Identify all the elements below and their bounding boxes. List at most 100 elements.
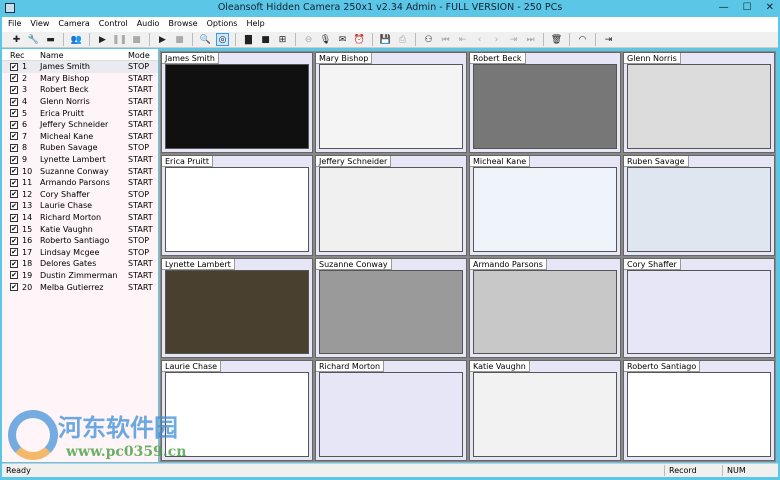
record-checkbox[interactable]: ✔ <box>10 213 18 222</box>
column-name[interactable]: Name <box>32 49 120 60</box>
stop-all-icon[interactable]: ■ <box>173 33 186 46</box>
screen-thumbnail[interactable] <box>319 64 463 149</box>
record-checkbox[interactable]: ✔ <box>10 109 18 118</box>
list-item[interactable]: ✔ 20 Melba Gutierrez START <box>2 281 158 293</box>
screen-thumbnail[interactable] <box>473 166 617 252</box>
disc-icon[interactable]: ◎ <box>216 33 229 46</box>
screen-thumbnail[interactable] <box>473 64 617 149</box>
microphone-icon[interactable]: 🎙 <box>319 33 332 46</box>
camera-tile[interactable]: Robert Beck <box>469 52 621 153</box>
list-item[interactable]: ✔ 2 Mary Bishop START <box>2 73 158 85</box>
screen-thumbnail[interactable] <box>319 269 463 355</box>
list-item[interactable]: ✔ 5 Erica Pruitt START <box>2 107 158 119</box>
users-icon[interactable]: 👥 <box>70 33 83 46</box>
first-icon[interactable]: ⏮ <box>439 33 452 46</box>
prev-page-icon[interactable]: ⇤ <box>456 33 469 46</box>
menu-view[interactable]: View <box>30 17 55 32</box>
layout-1-icon[interactable]: ▇ <box>242 33 255 46</box>
list-item[interactable]: ✔ 14 Richard Morton START <box>2 212 158 224</box>
menu-browse[interactable]: Browse <box>168 17 203 32</box>
record-checkbox[interactable]: ✔ <box>10 143 18 152</box>
record-checkbox[interactable]: ✔ <box>10 225 18 234</box>
screen-thumbnail[interactable] <box>627 372 771 457</box>
stop-icon[interactable]: ■ <box>130 33 143 46</box>
save-icon[interactable]: 💾 <box>379 33 392 46</box>
record-checkbox[interactable]: ✔ <box>10 85 18 94</box>
next-icon[interactable]: › <box>490 33 503 46</box>
list-item[interactable]: ✔ 10 Suzanne Conway START <box>2 165 158 177</box>
remove-icon[interactable]: ▬ <box>44 33 57 46</box>
list-item[interactable]: ✔ 12 Cory Shaffer STOP <box>2 189 158 201</box>
list-item[interactable]: ✔ 7 Micheal Kane START <box>2 131 158 143</box>
record-checkbox[interactable]: ✔ <box>10 120 18 129</box>
zoom-icon[interactable]: 🔍 <box>199 33 212 46</box>
camera-tile[interactable]: Ruben Savage <box>623 154 775 256</box>
list-item[interactable]: ✔ 4 Glenn Norris START <box>2 96 158 108</box>
camera-tile[interactable]: Lynette Lambert <box>161 257 313 359</box>
record-checkbox[interactable]: ✔ <box>10 248 18 257</box>
list-item[interactable]: ✔ 11 Armando Parsons START <box>2 177 158 189</box>
list-item[interactable]: ✔ 18 Delores Gates START <box>2 258 158 270</box>
minimize-button[interactable]: — <box>719 2 729 13</box>
camera-tile[interactable]: James Smith <box>161 52 313 153</box>
record-checkbox[interactable]: ✔ <box>10 190 18 199</box>
screen-thumbnail[interactable] <box>165 64 309 149</box>
screen-thumbnail[interactable] <box>473 269 617 355</box>
screen-thumbnail[interactable] <box>165 372 309 457</box>
list-item[interactable]: ✔ 13 Laurie Chase START <box>2 200 158 212</box>
camera-tile[interactable]: Armando Parsons <box>469 257 621 359</box>
list-item[interactable]: ✔ 6 Jeffery Schneider START <box>2 119 158 131</box>
record-checkbox[interactable]: ✔ <box>10 271 18 280</box>
record-checkbox[interactable]: ✔ <box>10 74 18 83</box>
camera-tile[interactable]: Jeffery Schneider <box>315 154 467 256</box>
camera-tile[interactable]: Katie Vaughn <box>469 360 621 461</box>
alarm-icon[interactable]: ⏰ <box>353 33 366 46</box>
record-checkbox[interactable]: ✔ <box>10 259 18 268</box>
layout-4-icon[interactable]: ⊞ <box>276 33 289 46</box>
screen-thumbnail[interactable] <box>319 166 463 252</box>
next-page-icon[interactable]: ⇥ <box>507 33 520 46</box>
list-item[interactable]: ✔ 17 Lindsay Mcgee STOP <box>2 247 158 259</box>
list-item[interactable]: ✔ 8 Ruben Savage STOP <box>2 142 158 154</box>
record-checkbox[interactable]: ✔ <box>10 236 18 245</box>
play-all-icon[interactable]: ▶ <box>156 33 169 46</box>
layout-small-icon[interactable]: ■ <box>259 33 272 46</box>
close-button[interactable]: ✕ <box>766 2 774 13</box>
screen-thumbnail[interactable] <box>627 166 771 252</box>
print-icon[interactable]: ⎙ <box>396 33 409 46</box>
list-item[interactable]: ✔ 19 Dustin Zimmerman START <box>2 270 158 282</box>
column-rec[interactable]: Rec <box>2 49 32 60</box>
add-icon[interactable]: ✚ <box>10 33 23 46</box>
play-icon[interactable]: ▶ <box>96 33 109 46</box>
screen-thumbnail[interactable] <box>627 269 771 355</box>
settings-icon[interactable]: 🔧 <box>27 33 40 46</box>
exit-icon[interactable]: ⇥ <box>602 33 615 46</box>
record-checkbox[interactable]: ✔ <box>10 283 18 292</box>
menu-options[interactable]: Options <box>207 17 244 32</box>
column-mode[interactable]: Mode <box>120 49 150 60</box>
last-icon[interactable]: ⏭ <box>524 33 537 46</box>
list-item[interactable]: ✔ 9 Lynette Lambert START <box>2 154 158 166</box>
camera-tile[interactable]: Cory Shaffer <box>623 257 775 359</box>
screen-thumbnail[interactable] <box>165 166 309 252</box>
camera-tile[interactable]: Micheal Kane <box>469 154 621 256</box>
pause-icon[interactable]: ❚❚ <box>112 33 127 46</box>
camera-tile[interactable]: Glenn Norris <box>623 52 775 153</box>
eye-icon[interactable]: ◠ <box>576 33 589 46</box>
screen-thumbnail[interactable] <box>627 64 771 149</box>
trash-icon[interactable]: 🗑 <box>550 33 563 46</box>
camera-tile[interactable]: Mary Bishop <box>315 52 467 153</box>
camera-tile[interactable]: Roberto Santiago <box>623 360 775 461</box>
camera-tile[interactable]: Suzanne Conway <box>315 257 467 359</box>
list-item[interactable]: ✔ 16 Roberto Santiago STOP <box>2 235 158 247</box>
camera-tile[interactable]: Richard Morton <box>315 360 467 461</box>
screen-thumbnail[interactable] <box>319 372 463 457</box>
mail-icon[interactable]: ✉ <box>336 33 349 46</box>
record-checkbox[interactable]: ✔ <box>10 167 18 176</box>
binoculars-icon[interactable]: ⚇ <box>422 33 435 46</box>
menu-file[interactable]: File <box>8 17 27 32</box>
record-checkbox[interactable]: ✔ <box>10 155 18 164</box>
list-item[interactable]: ✔ 15 Katie Vaughn START <box>2 223 158 235</box>
menu-camera[interactable]: Camera <box>58 17 95 32</box>
prev-icon[interactable]: ‹ <box>473 33 486 46</box>
